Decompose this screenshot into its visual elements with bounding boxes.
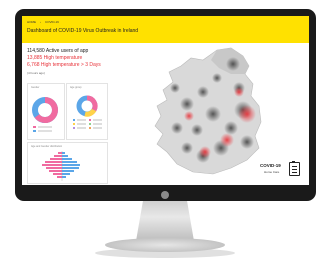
high-temperature-stat: 13,885 High temperature xyxy=(27,55,83,61)
breadcrumb-covid[interactable]: COVID-19 xyxy=(45,20,59,24)
monitor-stand-neck xyxy=(136,201,194,241)
monitor-chin xyxy=(15,189,316,201)
gender-chart-label: Gender xyxy=(31,86,40,89)
clipboard-icon xyxy=(289,161,300,176)
brand-name: COVID-19 xyxy=(260,163,281,168)
apple-logo-icon xyxy=(161,191,169,199)
age-group-chart-card: Age group xyxy=(66,83,108,140)
breadcrumb-separator: › xyxy=(40,20,41,24)
pyramid-chart-label: Age and Gender distribution xyxy=(31,145,63,148)
header-bar: HOME › COVID-19 Dashboard of COVID-19 Vi… xyxy=(22,16,309,43)
stats-timestamp: (4 hours ago) xyxy=(27,71,45,75)
high-temperature-3days-stat: 6,768 High temperature > 3 Days xyxy=(27,62,101,68)
breadcrumb-home[interactable]: HOME xyxy=(27,20,36,24)
age-gender-pyramid-chart xyxy=(42,151,80,181)
page-title: Dashboard of COVID-19 Virus Outbreak in … xyxy=(27,28,139,34)
monitor-stand-base xyxy=(105,238,225,252)
dashboard-screen: HOME › COVID-19 Dashboard of COVID-19 Vi… xyxy=(22,16,309,185)
ireland-heatmap[interactable] xyxy=(147,44,267,182)
brand-tagline: Home Care xyxy=(264,170,280,174)
gender-chart-card: Gender xyxy=(27,83,65,140)
stats-panel: 114,580 Active users of app 13,885 High … xyxy=(27,48,101,77)
gender-donut-chart xyxy=(32,97,58,132)
age-group-donut-chart xyxy=(73,95,102,129)
age-group-chart-label: Age group xyxy=(70,86,82,89)
active-users-stat: 114,580 Active users of app xyxy=(27,48,89,54)
app-brand: COVID-19 Home Care xyxy=(260,160,306,180)
monitor-frame: HOME › COVID-19 Dashboard of COVID-19 Vi… xyxy=(15,9,316,201)
breadcrumb: HOME › COVID-19 xyxy=(27,20,59,24)
age-gender-pyramid-card: Age and Gender distribution xyxy=(27,142,108,184)
